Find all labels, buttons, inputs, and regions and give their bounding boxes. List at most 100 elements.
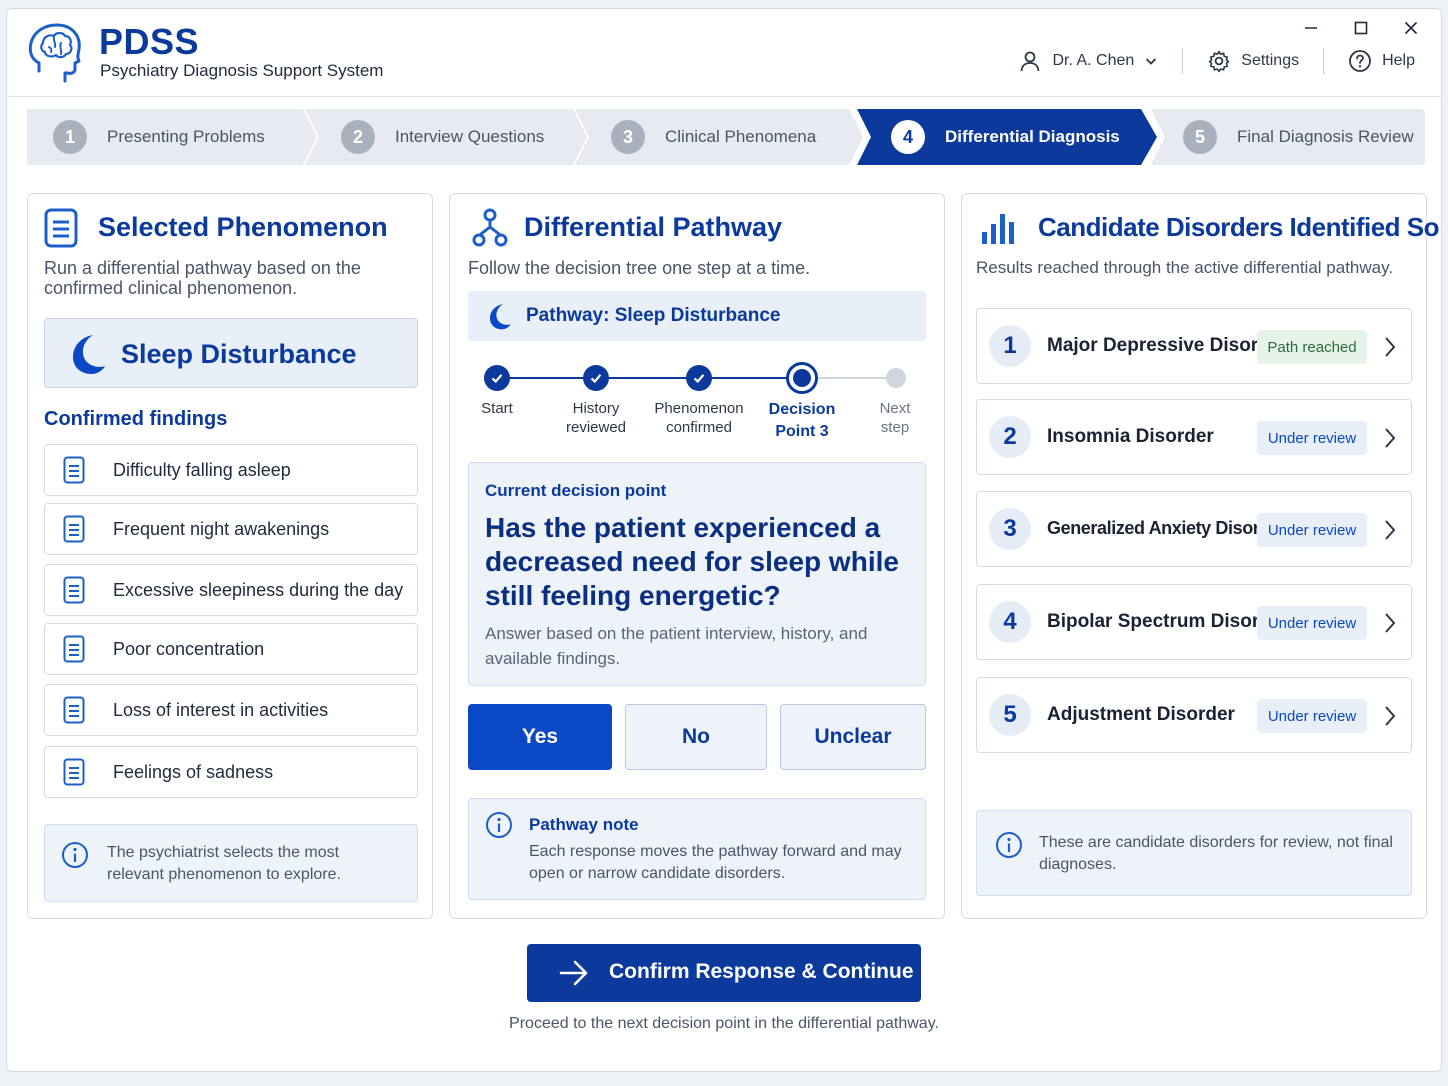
candidate-item[interactable]: 1 Major Depressive Disorder Path reached	[976, 308, 1412, 384]
step-presenting-problems[interactable]: 1 Presenting Problems	[27, 109, 317, 165]
help-label: Help	[1382, 52, 1415, 69]
pathway-note: Pathway note Each response moves the pat…	[468, 798, 926, 900]
candidate-number: 4	[989, 601, 1031, 643]
candidate-name: Bipolar Spectrum Disorder	[1047, 611, 1289, 632]
minimize-icon	[1305, 27, 1317, 29]
step-clinical-phenomena[interactable]: 3 Clinical Phenomena	[575, 109, 863, 165]
candidate-name: Generalized Anxiety Disorder	[1047, 518, 1287, 538]
decision-label: Current decision point	[485, 481, 667, 500]
step-label: Clinical Phenomena	[665, 127, 817, 146]
info-icon	[486, 812, 512, 838]
brain-head-icon	[28, 23, 81, 83]
progress-label-phenomenon: Phenomenon confirmed	[654, 400, 744, 436]
step-label: Final Diagnosis Review	[1237, 127, 1414, 146]
maximize-button[interactable]	[1345, 15, 1377, 41]
finding-item: Frequent night awakenings	[44, 503, 418, 555]
step-number: 5	[1183, 120, 1217, 154]
step-number: 3	[611, 120, 645, 154]
status-badge: Under review	[1257, 421, 1367, 455]
document-icon	[63, 515, 85, 543]
candidate-number: 2	[989, 416, 1031, 458]
document-icon	[63, 456, 85, 484]
current-decision-card: Current decision point Has the patient e…	[468, 462, 926, 686]
user-icon	[1021, 51, 1040, 72]
close-button[interactable]	[1395, 15, 1427, 41]
answer-yes-button[interactable]: Yes	[468, 704, 612, 770]
progress-dot-decision	[786, 362, 818, 394]
user-menu[interactable]: Dr. A. Chen	[1018, 49, 1158, 73]
chevron-right-icon	[1385, 613, 1396, 633]
candidate-item[interactable]: 5 Adjustment Disorder Under review	[976, 677, 1412, 753]
separator	[1323, 48, 1325, 74]
chevron-right-icon	[1385, 706, 1396, 726]
confirm-continue-button[interactable]: Confirm Response & Continue	[527, 944, 921, 1002]
footer-note: Proceed to the next decision point in th…	[509, 1015, 939, 1032]
settings-label: Settings	[1241, 52, 1300, 69]
finding-item: Feelings of sadness	[44, 746, 418, 798]
close-icon	[1404, 21, 1418, 35]
gear-icon	[1208, 50, 1230, 73]
document-icon	[63, 576, 85, 604]
chevron-right-icon	[1385, 337, 1396, 357]
help-button[interactable]: Help	[1348, 49, 1415, 73]
step-number: 4	[891, 120, 925, 154]
window-controls	[1295, 15, 1427, 41]
document-icon	[44, 208, 78, 248]
progress-dot-start	[484, 365, 510, 391]
progress-dot-history	[583, 365, 609, 391]
candidate-disorders-panel: Candidate Disorders Identified So Far Re…	[961, 193, 1441, 919]
step-label: Differential Diagnosis	[945, 127, 1120, 146]
answer-no-button[interactable]: No	[625, 704, 767, 770]
panel-title: Candidate Disorders Identified So Far	[1038, 212, 1442, 242]
info-icon	[62, 842, 88, 868]
document-icon	[63, 696, 85, 724]
step-label: Presenting Problems	[107, 127, 265, 146]
arrow-right-icon	[559, 960, 588, 986]
step-label: Interview Questions	[395, 127, 545, 146]
info-text: These are candidate disorders for review…	[1039, 834, 1393, 873]
phenomenon-name: Sleep Disturbance	[121, 339, 357, 369]
phenomenon-info: The psychiatrist selects the most releva…	[44, 824, 418, 902]
status-badge: Under review	[1257, 513, 1367, 547]
step-differential-diagnosis[interactable]: 4 Differential Diagnosis	[857, 109, 1157, 165]
panel-subtitle: Results reached through the active diffe…	[976, 258, 1394, 277]
panel-title: Differential Pathway	[524, 212, 783, 242]
bar-chart-icon	[982, 214, 1014, 244]
candidate-item[interactable]: 2 Insomnia Disorder Under review	[976, 399, 1412, 475]
progress-dot-phenomenon	[686, 365, 712, 391]
progress-label-history: History reviewed	[565, 400, 627, 436]
pathway-tree-icon	[472, 208, 508, 247]
candidate-item[interactable]: 4 Bipolar Spectrum Disorder Under review	[976, 584, 1412, 660]
pathway-note-text: Each response moves the pathway forward …	[529, 843, 902, 882]
pathway-name: Pathway: Sleep Disturbance	[526, 305, 781, 326]
candidate-number: 3	[989, 508, 1031, 550]
step-number: 1	[53, 120, 87, 154]
minimize-button[interactable]	[1295, 15, 1327, 41]
title-bar: PDSS Psychiatry Diagnosis Support System…	[7, 9, 1441, 97]
app-subtitle: Psychiatry Diagnosis Support System	[100, 61, 384, 80]
check-icon	[693, 374, 705, 384]
panel-title: Selected Phenomenon	[98, 212, 388, 242]
document-icon	[63, 635, 85, 663]
pathway-label-bar: Pathway: Sleep Disturbance	[468, 291, 926, 341]
finding-item: Excessive sleepiness during the day	[44, 564, 418, 616]
check-icon	[491, 374, 503, 384]
finding-item: Poor concentration	[44, 623, 418, 675]
pathway-note-title: Pathway note	[529, 815, 639, 834]
selected-phenomenon[interactable]: Sleep Disturbance	[44, 318, 418, 388]
settings-button[interactable]: Settings	[1207, 49, 1299, 73]
differential-pathway-panel: Differential Pathway Follow the decision…	[449, 193, 945, 919]
step-final-diagnosis-review[interactable]: 5 Final Diagnosis Review	[1151, 109, 1425, 165]
finding-item: Difficulty falling asleep	[44, 444, 418, 496]
candidate-item[interactable]: 3 Generalized Anxiety Disorder Under rev…	[976, 491, 1412, 567]
workflow-stepper: 1 Presenting Problems 2 Interview Questi…	[27, 109, 1425, 165]
candidates-info: These are candidate disorders for review…	[976, 810, 1412, 896]
check-icon	[590, 374, 602, 384]
maximize-icon	[1354, 21, 1368, 35]
answer-unclear-button[interactable]: Unclear	[780, 704, 926, 770]
finding-text: Poor concentration	[113, 638, 265, 659]
user-bar: Dr. A. Chen Settings Help	[1018, 47, 1415, 75]
step-interview-questions[interactable]: 2 Interview Questions	[305, 109, 587, 165]
chevron-right-icon	[1385, 428, 1396, 448]
info-text: The psychiatrist selects the most releva…	[107, 844, 341, 883]
